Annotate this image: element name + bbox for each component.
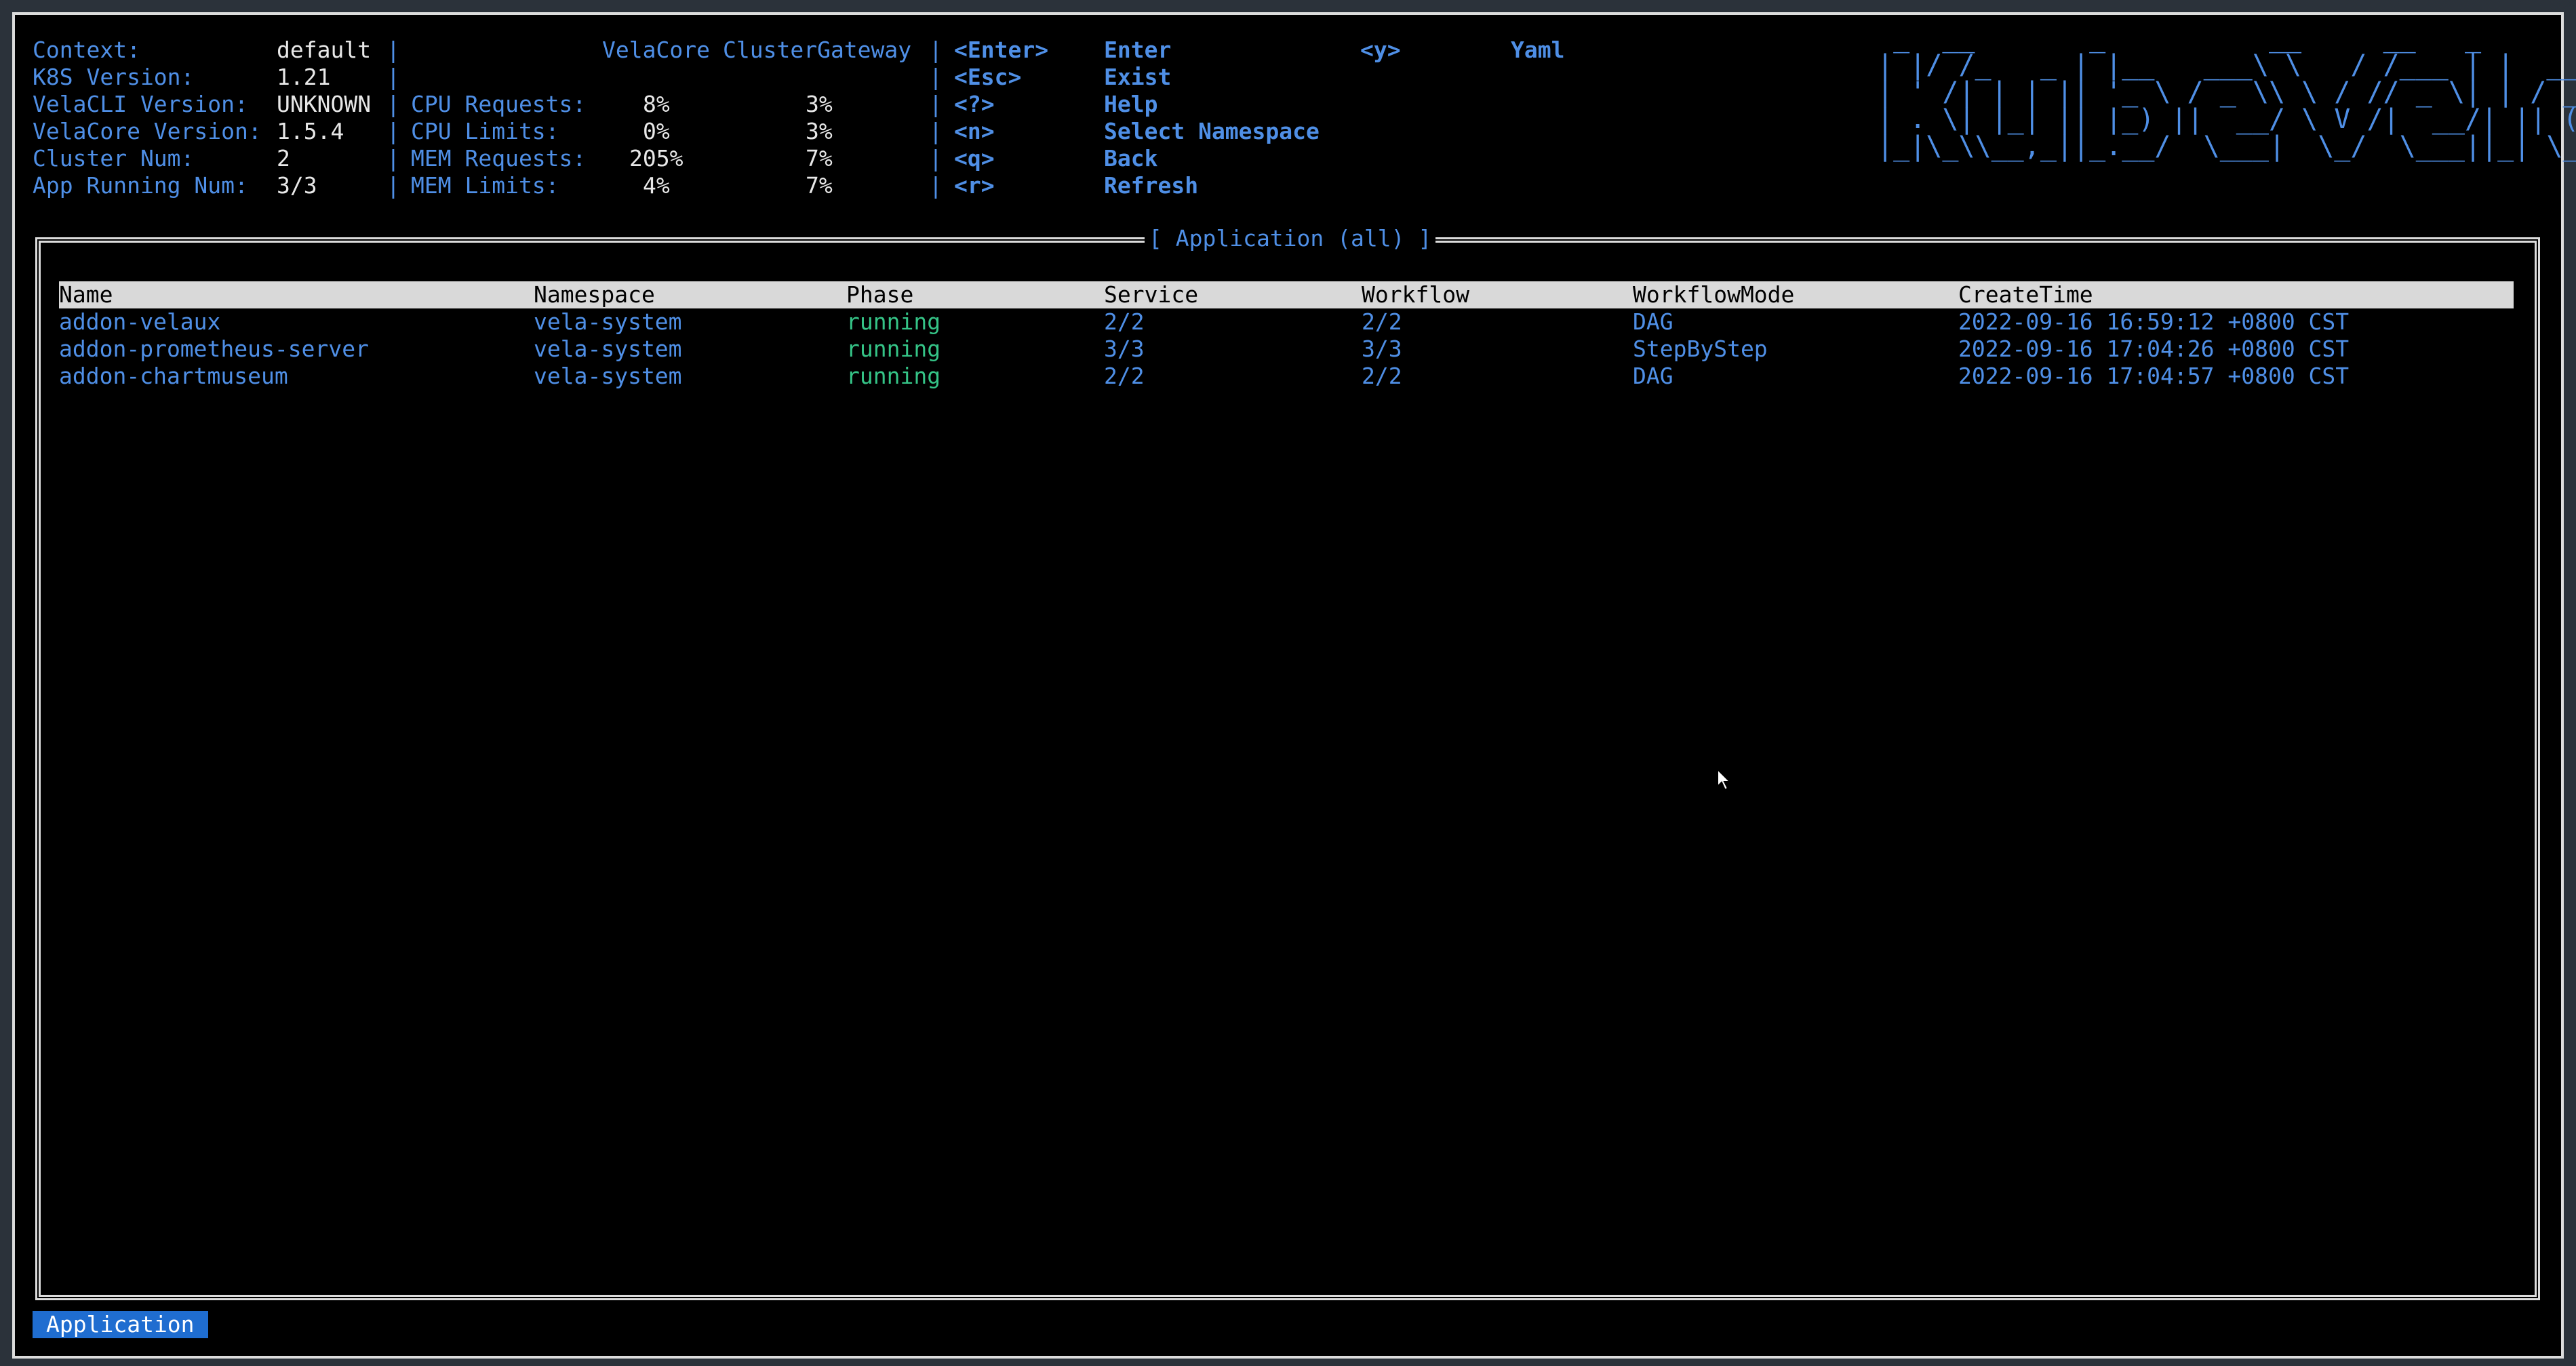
cell-service: 2/2 xyxy=(1104,308,1145,335)
cell-namespace: vela-system xyxy=(534,336,682,362)
cell-phase: running xyxy=(846,336,941,362)
cpu-limits-gateway: 3% xyxy=(806,118,833,144)
separator: | xyxy=(929,172,943,199)
key-yaml-action: Yaml xyxy=(1511,37,1565,63)
mem-limits-core: 4% xyxy=(643,172,670,199)
key-namespace[interactable]: <n> xyxy=(954,118,995,145)
separator: | xyxy=(387,37,400,63)
key-help[interactable]: <?> xyxy=(954,91,995,118)
key-back[interactable]: <q> xyxy=(954,145,995,172)
column-header-service[interactable]: Service xyxy=(1104,281,1198,308)
k8s-version-label: K8S Version: xyxy=(33,64,195,90)
cluster-num-label: Cluster Num: xyxy=(33,145,195,172)
key-namespace-action: Select Namespace xyxy=(1104,118,1320,144)
separator: | xyxy=(929,118,943,144)
cell-namespace: vela-system xyxy=(534,308,682,335)
clustergateway-column-header: ClusterGateway xyxy=(723,37,912,63)
velacore-version-label: VelaCore Version: xyxy=(33,118,262,144)
velacore-column-header: VelaCore xyxy=(602,37,710,63)
cell-service: 3/3 xyxy=(1104,336,1145,362)
cell-name: addon-prometheus-server xyxy=(59,336,369,362)
separator: | xyxy=(387,145,400,172)
key-refresh-action: Refresh xyxy=(1104,172,1199,199)
cpu-requests-label: CPU Requests: xyxy=(411,91,587,117)
cell-name: addon-velaux xyxy=(59,308,221,335)
separator: | xyxy=(929,145,943,172)
key-esc-action: Exist xyxy=(1104,64,1172,90)
cell-name: addon-chartmuseum xyxy=(59,363,288,389)
mem-limits-label: MEM Limits: xyxy=(411,172,559,199)
app-running-label: App Running Num: xyxy=(33,172,248,199)
velacli-version-label: VelaCLI Version: xyxy=(33,91,248,117)
key-enter-action: Enter xyxy=(1104,37,1172,63)
cpu-limits-core: 0% xyxy=(643,118,670,144)
key-yaml[interactable]: <y> xyxy=(1360,37,1401,64)
cell-workflowmode: StepByStep xyxy=(1633,336,1768,362)
cell-createtime: 2022-09-16 17:04:26 +0800 CST xyxy=(1958,336,2350,362)
column-header-phase[interactable]: Phase xyxy=(846,281,913,308)
separator: | xyxy=(929,37,943,63)
cell-service: 2/2 xyxy=(1104,363,1145,389)
mouse-cursor-icon xyxy=(1717,769,1732,791)
separator: | xyxy=(387,64,400,90)
kubevela-logo: _ __ _ __ __ _ | |/ /_ _ | |__ ___\ \ / … xyxy=(1877,22,2576,162)
separator: | xyxy=(387,172,400,199)
key-refresh[interactable]: <r> xyxy=(954,172,995,199)
cell-phase: running xyxy=(846,363,941,389)
cell-phase: running xyxy=(846,308,941,335)
cell-createtime: 2022-09-16 17:04:57 +0800 CST xyxy=(1958,363,2350,389)
separator: | xyxy=(387,118,400,144)
separator: | xyxy=(929,64,943,90)
mem-limits-gateway: 7% xyxy=(806,172,833,199)
separator: | xyxy=(387,91,400,117)
context-label: Context: xyxy=(33,37,140,63)
velacore-version-value: 1.5.4 xyxy=(277,118,344,144)
column-header-namespace[interactable]: Namespace xyxy=(534,281,655,308)
cell-workflowmode: DAG xyxy=(1633,363,1673,389)
breadcrumb-application[interactable]: Application xyxy=(33,1311,208,1338)
cell-createtime: 2022-09-16 16:59:12 +0800 CST xyxy=(1958,308,2350,335)
cell-workflow: 3/3 xyxy=(1362,336,1402,362)
separator: | xyxy=(929,91,943,117)
cpu-requests-core: 8% xyxy=(643,91,670,117)
table-header: Name Namespace Phase Service Workflow Wo… xyxy=(59,281,2514,308)
mem-requests-core: 205% xyxy=(629,145,683,172)
key-back-action: Back xyxy=(1104,145,1158,172)
column-header-name[interactable]: Name xyxy=(59,281,113,308)
key-esc[interactable]: <Esc> xyxy=(954,64,1021,91)
velacli-version-value: UNKNOWN xyxy=(277,91,372,117)
mem-requests-label: MEM Requests: xyxy=(411,145,587,172)
cluster-num-value: 2 xyxy=(277,145,290,172)
mem-requests-gateway: 7% xyxy=(806,145,833,172)
app-running-value: 3/3 xyxy=(277,172,317,199)
context-value: default xyxy=(277,37,372,63)
cell-workflow: 2/2 xyxy=(1362,363,1402,389)
application-panel xyxy=(35,237,2540,1300)
column-header-workflow[interactable]: Workflow xyxy=(1362,281,1469,308)
panel-title: [ Application (all) ] xyxy=(1145,225,1436,252)
column-header-workflowmode[interactable]: WorkflowMode xyxy=(1633,281,1794,308)
cell-namespace: vela-system xyxy=(534,363,682,389)
cpu-requests-gateway: 3% xyxy=(806,91,833,117)
cell-workflow: 2/2 xyxy=(1362,308,1402,335)
column-header-createtime[interactable]: CreateTime xyxy=(1958,281,2093,308)
cell-workflowmode: DAG xyxy=(1633,308,1673,335)
cpu-limits-label: CPU Limits: xyxy=(411,118,559,144)
key-enter[interactable]: <Enter> xyxy=(954,37,1048,64)
key-help-action: Help xyxy=(1104,91,1158,117)
k8s-version-value: 1.21 xyxy=(277,64,331,90)
